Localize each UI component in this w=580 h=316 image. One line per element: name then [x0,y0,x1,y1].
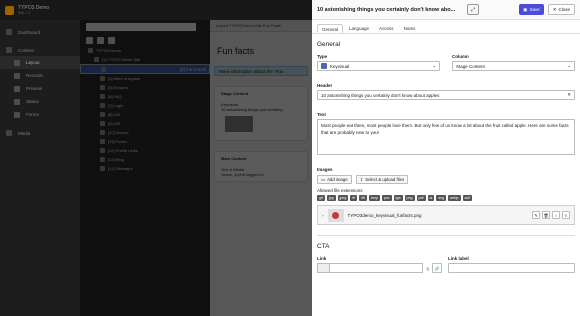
link-options-icon[interactable]: ⁝§ [426,266,430,271]
extension-list: gif jpg jpeg tif tiff bmp pcx tga png pdf ai svg web… [317,195,575,201]
column-select[interactable]: Stage Content ⌄ [452,61,575,71]
extension-badge: tif [350,195,358,201]
typo3-backend: TYPO3 Demo Site 1.0 Dashboard Content La… [0,0,580,316]
expand-icon[interactable]: ⤢ [467,4,480,15]
link-label: Link [317,256,327,261]
close-button[interactable]: ✕ Close [547,4,575,15]
delete-icon[interactable]: 🗑 [542,211,550,219]
extension-badge: tga [393,195,403,201]
file-reference[interactable]: › TYPO3demo_keyvisual_funfacts.png ✎ 🗑 ↕… [317,205,575,225]
header-input[interactable]: 10 astonishing things you certainly don'… [317,90,575,100]
select-upload-button[interactable]: ⇪ Select & upload files [355,175,409,184]
extension-badge: pcx [381,195,392,201]
chevron-down-icon: ⌄ [567,63,571,68]
save-icon: ▣ [523,6,528,12]
chevron-right-icon[interactable]: › [322,213,324,218]
close-icon: ✕ [552,6,557,12]
link-input[interactable] [317,263,423,273]
text-label: Text [317,112,326,117]
info-icon[interactable]: ≡ [562,211,570,219]
tab-language[interactable]: Language [345,24,373,33]
file-name: TYPO3demo_keyvisual_funfacts.png [347,212,422,218]
column-label: Column [452,54,469,59]
extension-badge: pdf [416,195,426,201]
extension-badge: webp [447,195,461,201]
type-label: Type [317,54,328,59]
section-title-general: General [317,41,341,48]
images-label: Images [317,167,333,172]
link-label-label: Link label [448,256,469,261]
tab-notes[interactable]: Notes [400,24,420,33]
edit-modal: 10 astonishing things you certainly don'… [312,0,580,316]
modal-tabs: General Language Access Notes [312,20,580,34]
modal-backdrop[interactable] [0,0,312,316]
allowed-extensions-label: Allowed file extensions [317,188,363,193]
image-icon: ▭ [321,176,326,182]
header-label: Header [317,83,333,88]
tab-access[interactable]: Access [375,24,398,33]
extension-badge: jpeg [337,195,349,201]
file-thumbnail [327,208,344,222]
extension-badge: bmp [368,195,380,201]
save-button[interactable]: ▣ Save [519,4,544,15]
clear-icon[interactable]: ✕ [567,92,571,98]
sort-icon[interactable]: ↕ [552,211,560,219]
edit-icon[interactable]: ✎ [532,211,540,219]
link-label-input[interactable] [448,263,575,273]
section-title-cta: CTA [317,243,330,250]
extension-badge: gif [317,195,325,201]
modal-header: 10 astonishing things you certainly don'… [312,0,580,20]
extension-badge: avif [462,195,473,201]
link-browser-icon[interactable]: 🔗 [432,263,442,273]
extension-badge: svg [436,195,446,201]
type-select[interactable]: Keyvisual ⌄ [317,61,440,71]
tab-general[interactable]: General [317,24,344,33]
chevron-down-icon: ⌄ [432,63,436,68]
extension-badge: jpg [326,195,336,201]
modal-title: 10 astonishing things you certainly don'… [317,6,456,13]
text-area[interactable]: Most people eat them, most people love t… [317,119,575,155]
extension-badge: ai [427,195,435,201]
extension-badge: png [404,195,415,201]
upload-icon: ⇪ [359,176,364,182]
keyvisual-icon [321,63,327,69]
add-image-button[interactable]: ▭ Add image [317,175,352,184]
extension-badge: tiff [359,195,367,201]
